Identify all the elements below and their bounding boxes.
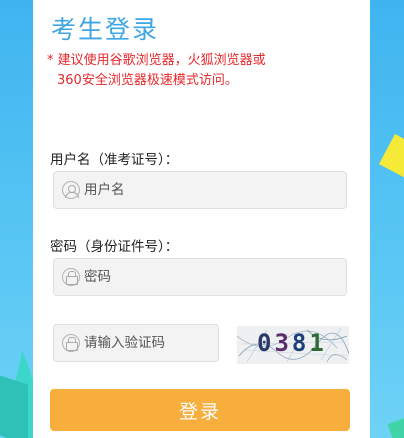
browser-notice-line2: 360安全浏览器极速模式访问。 <box>57 73 238 88</box>
password-label: 密码（身份证件号）： <box>50 239 179 255</box>
decorative-shape-right-2 <box>387 417 404 438</box>
browser-notice: * 建议使用谷歌浏览器，火狐浏览器或 360安全浏览器极速模式访问。 <box>47 51 357 91</box>
username-field[interactable] <box>53 171 347 209</box>
captcha-field[interactable] <box>53 324 219 362</box>
page-title: 考生登录 <box>51 15 160 44</box>
user-icon <box>62 181 80 199</box>
captcha-input[interactable] <box>84 335 218 351</box>
captcha-code: 0381 <box>257 329 327 357</box>
captcha-char: 0 <box>257 329 275 357</box>
page-background: 考生登录 * 建议使用谷歌浏览器，火狐浏览器或 360安全浏览器极速模式访问。 … <box>0 0 404 438</box>
captcha-char: 3 <box>274 329 292 357</box>
captcha-image[interactable]: 0381 <box>237 326 349 364</box>
password-input[interactable] <box>84 269 346 285</box>
login-button[interactable]: 登录 <box>50 389 350 431</box>
lock-icon <box>62 334 80 352</box>
captcha-char: 1 <box>309 329 327 357</box>
username-label: 用户名（准考证号）： <box>50 152 179 168</box>
password-field[interactable] <box>53 258 347 296</box>
captcha-char: 8 <box>291 329 310 357</box>
decorative-shape-left-2 <box>0 375 28 438</box>
login-card: 考生登录 * 建议使用谷歌浏览器，火狐浏览器或 360安全浏览器极速模式访问。 … <box>33 0 370 438</box>
username-input[interactable] <box>84 182 346 198</box>
browser-notice-line1: * 建议使用谷歌浏览器，火狐浏览器或 <box>47 53 266 68</box>
decorative-shape-right <box>379 134 404 180</box>
lock-icon <box>62 268 80 286</box>
